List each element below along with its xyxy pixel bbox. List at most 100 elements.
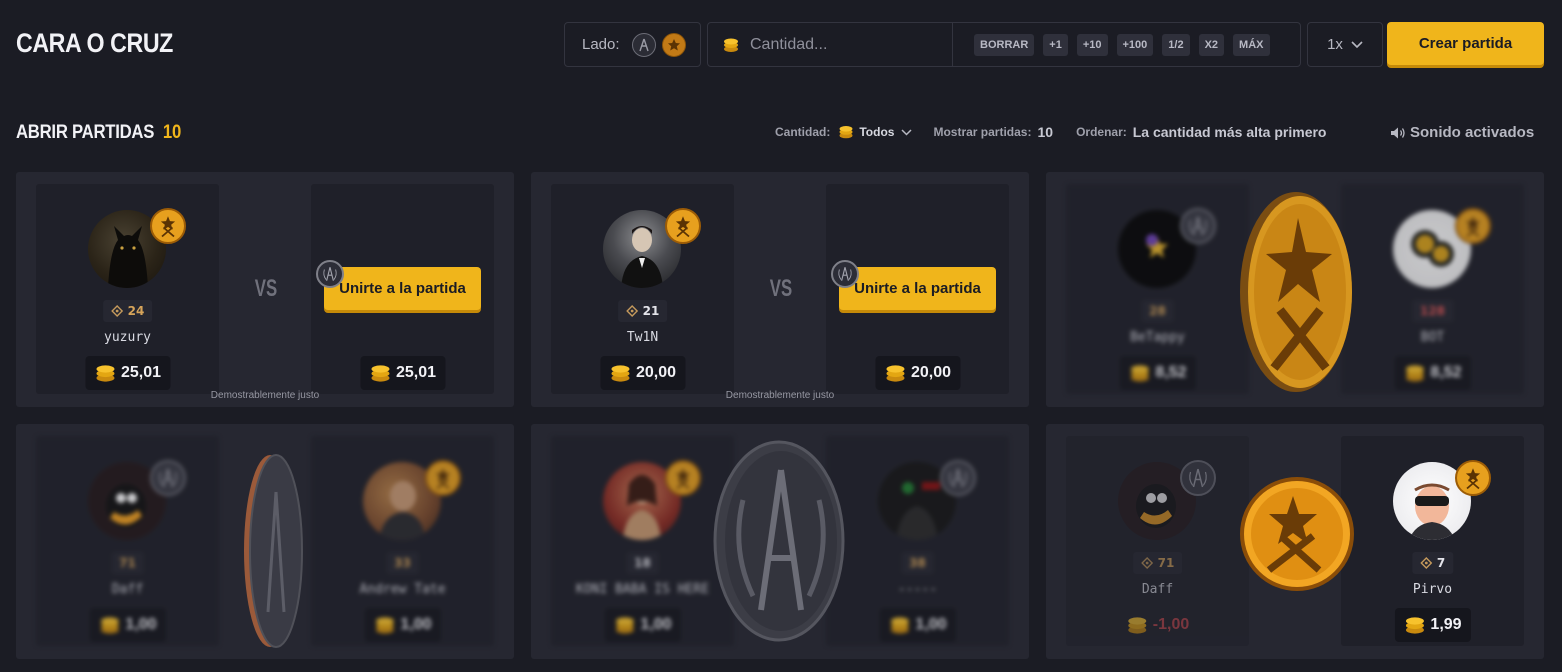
chevron-down-icon: [1351, 40, 1363, 48]
side-selector[interactable]: Lado:: [564, 22, 701, 67]
bet-amount-value: 20,00: [910, 364, 952, 381]
coin-icon: [1403, 363, 1425, 383]
bet-amount-value: 20,00: [635, 364, 677, 381]
ct-side-icon: [316, 260, 344, 288]
level-value: 7: [1436, 556, 1446, 570]
double-button[interactable]: X2: [1198, 33, 1225, 56]
terrorist-badge-icon: [1454, 460, 1491, 496]
coin-icon: [609, 363, 631, 383]
level-value: 21: [642, 304, 660, 318]
counter-terrorist-badge-icon: [939, 460, 976, 496]
t-side-icon[interactable]: [661, 32, 686, 57]
terrorist-badge-icon: [664, 460, 701, 496]
terrorist-badge-icon: [424, 460, 461, 496]
amount-filter[interactable]: Cantidad: Todos: [775, 125, 912, 139]
plus-100-button[interactable]: +100: [1116, 33, 1154, 56]
sound-toggle[interactable]: Sonido activados: [1390, 124, 1534, 141]
vs-label: VS: [254, 275, 278, 302]
coin-icon: [724, 38, 738, 52]
provably-fair-link[interactable]: Demostrablemente justo: [531, 390, 1029, 401]
max-button[interactable]: MÁX: [1233, 33, 1270, 56]
username: Daff: [1141, 582, 1174, 597]
flipping-coin-t-icon: [1240, 192, 1352, 392]
half-button[interactable]: 1/2: [1162, 33, 1190, 56]
chevron-down-icon: [901, 128, 912, 136]
amount-field[interactable]: [708, 23, 953, 66]
bet-amount: 20,00: [874, 356, 961, 390]
ct-side-icon: [831, 260, 859, 288]
level-badge: 71: [1132, 552, 1183, 574]
level-icon: [111, 305, 123, 317]
level-badge: 24: [102, 300, 153, 322]
username: Andrew Tate: [359, 582, 446, 597]
bet-amount-value: 8,52: [1155, 364, 1187, 381]
opponent-panel: 7 Pirvo 1,99: [1341, 436, 1524, 646]
sort-filter[interactable]: Ordenar: La cantidad más alta primero: [1076, 124, 1326, 140]
bet-amount-value: 1,00: [125, 616, 157, 633]
provably-fair-link[interactable]: Demostrablemente justo: [16, 390, 514, 401]
coin-icon: [1403, 615, 1425, 635]
level-value: 71: [119, 556, 136, 570]
coin-icon: [1126, 615, 1148, 635]
create-game-button[interactable]: Crear partida: [1387, 22, 1544, 65]
player-panel: 24 yuzury 25,01: [36, 184, 219, 394]
game-card: 18 KONI BABA IS HERE 1,00 38 ----- 1,00: [531, 424, 1029, 659]
plus-1-button[interactable]: +1: [1043, 33, 1068, 56]
bet-amount: 25,01: [84, 356, 171, 390]
amount-input[interactable]: [750, 35, 930, 54]
coin-icon: [613, 615, 635, 635]
page-title: CARA O CRUZ: [16, 28, 173, 58]
coin-icon: [369, 363, 391, 383]
opponent-panel: 33 Andrew Tate 1,00: [311, 436, 494, 646]
show-filter-label: Mostrar partidas:: [933, 125, 1032, 139]
result-coin-t-icon: [1240, 477, 1354, 591]
game-card: 24 yuzury 25,01 VS 25,01 Unirte a la par…: [16, 172, 514, 407]
terrorist-badge-icon: [1454, 208, 1491, 244]
plus-10-button[interactable]: +10: [1076, 33, 1108, 56]
level-badge: 33: [386, 552, 419, 574]
username: Tw1N: [626, 330, 659, 345]
terrorist-badge-icon: [664, 208, 701, 244]
username: Pirvo: [1412, 582, 1453, 597]
level-value: 28: [1149, 304, 1166, 318]
bet-amount: -1,00: [1117, 608, 1198, 642]
bet-amount: 1,00: [604, 608, 681, 642]
multiplier-select[interactable]: 1x: [1307, 22, 1383, 67]
level-icon: [1141, 557, 1153, 569]
username: BOT: [1420, 330, 1445, 345]
coin-icon: [373, 615, 395, 635]
level-value: 18: [634, 556, 651, 570]
filters-bar: Cantidad: Todos Mostrar partidas: 10 Ord…: [775, 124, 1326, 140]
level-value: 71: [1157, 556, 1175, 570]
level-value: 24: [127, 304, 145, 318]
sound-label: Sonido activados: [1410, 124, 1535, 141]
join-game-button[interactable]: Unirte a la partida: [839, 267, 996, 310]
level-value: 38: [909, 556, 926, 570]
flipping-coin-ct-icon: [244, 454, 303, 648]
level-icon: [1420, 557, 1432, 569]
ct-side-icon[interactable]: [631, 32, 656, 57]
amount-panel: BORRAR +1 +10 +100 1/2 X2 MÁX: [707, 22, 1301, 67]
sort-filter-value: La cantidad más alta primero: [1132, 124, 1327, 140]
player-panel: 18 KONI BABA IS HERE 1,00: [551, 436, 734, 646]
level-badge: 128: [1411, 300, 1454, 322]
show-filter[interactable]: Mostrar partidas: 10: [933, 124, 1053, 140]
level-value: 33: [394, 556, 411, 570]
amount-filter-value: Todos: [859, 125, 895, 139]
player-panel: 71 Daff -1,00: [1066, 436, 1249, 646]
bet-amount-value: 8,52: [1430, 364, 1462, 381]
username: BeTappy: [1130, 330, 1185, 345]
game-card: 71 Daff -1,00 7 Pirvo 1,99: [1046, 424, 1544, 659]
username: yuzury: [104, 330, 151, 345]
bet-amount-value: 1,00: [640, 616, 672, 633]
join-game-button[interactable]: Unirte a la partida: [324, 267, 481, 310]
bet-amount: 1,00: [879, 608, 956, 642]
username: KONI BABA IS HERE: [575, 582, 710, 597]
opponent-panel: 128 BOT 8,52: [1341, 184, 1524, 394]
amount-filter-label: Cantidad:: [775, 125, 831, 139]
player-panel: 21 Tw1N 20,00: [551, 184, 734, 394]
game-card: 21 Tw1N 20,00 VS 20,00 Unirte a la parti…: [531, 172, 1029, 407]
clear-button[interactable]: BORRAR: [974, 33, 1035, 56]
bet-amount-value: 1,99: [1430, 616, 1462, 633]
level-badge: 18: [626, 552, 659, 574]
